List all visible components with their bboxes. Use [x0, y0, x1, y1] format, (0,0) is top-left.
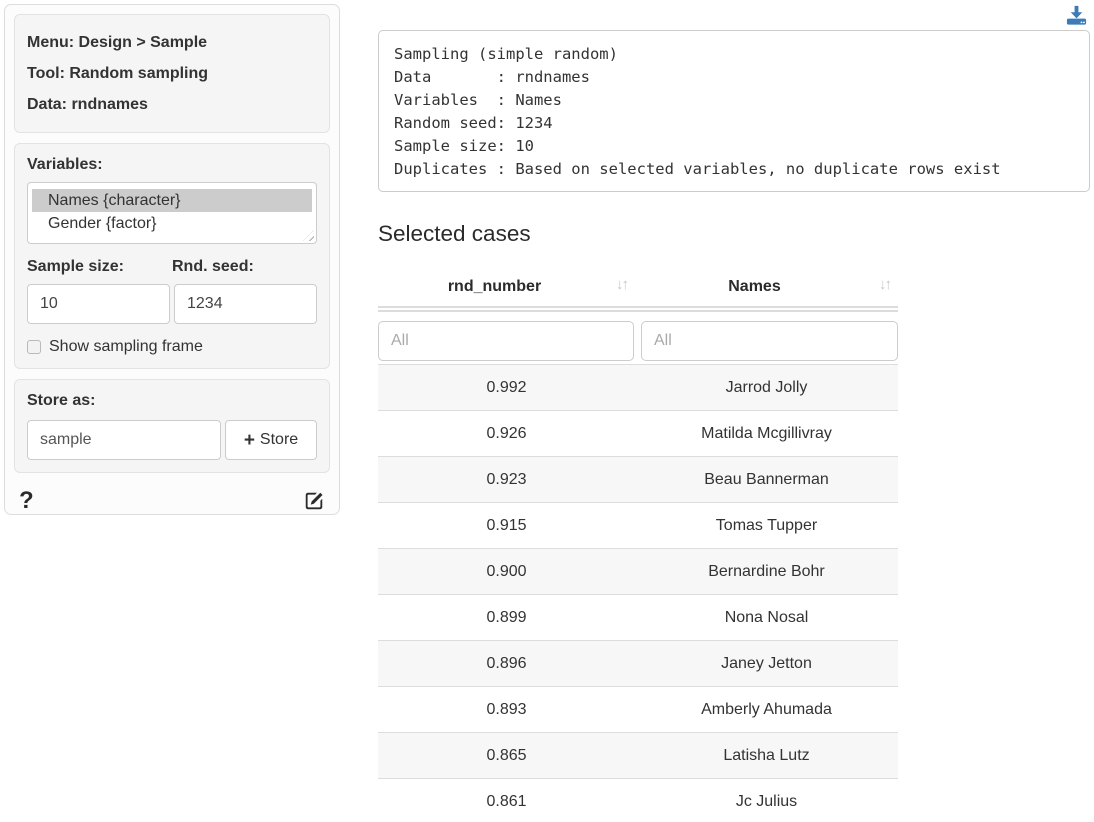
cell-rnd-number: 0.893 [378, 687, 635, 732]
cell-rnd-number: 0.923 [378, 457, 635, 502]
sample-size-label: Sample size: [27, 258, 172, 276]
plus-icon: + [244, 431, 255, 450]
store-panel: Store as: + Store [14, 379, 330, 473]
store-name-input[interactable] [27, 420, 221, 460]
table-row: 0.926 Matilda Mcgillivray [378, 410, 898, 456]
variable-option-label: Gender {factor} [48, 215, 157, 232]
column-header-rnd-number[interactable]: rnd_number ↓↑ [378, 267, 635, 306]
data-label: Data: rndnames [27, 89, 317, 120]
variable-option[interactable]: Gender {factor} [32, 212, 312, 235]
rnd-seed-input[interactable] [174, 284, 317, 324]
cell-rnd-number: 0.900 [378, 549, 635, 594]
cell-name: Beau Bannerman [635, 457, 898, 502]
cell-rnd-number: 0.896 [378, 641, 635, 686]
download-icon[interactable] [1065, 4, 1088, 27]
table-row: 0.900 Bernardine Bohr [378, 548, 898, 594]
cell-rnd-number: 0.899 [378, 595, 635, 640]
context-info-panel: Menu: Design > Sample Tool: Random sampl… [14, 14, 330, 133]
sort-icon[interactable]: ↓↑ [879, 276, 890, 293]
sampling-summary-output: Sampling (simple random) Data : rndnames… [378, 30, 1090, 192]
cell-rnd-number: 0.915 [378, 503, 635, 548]
cell-name: Jc Julius [635, 779, 898, 822]
cell-name: Tomas Tupper [635, 503, 898, 548]
cell-rnd-number: 0.926 [378, 411, 635, 456]
store-button[interactable]: + Store [225, 420, 317, 460]
show-sampling-frame-checkbox[interactable] [27, 340, 41, 354]
store-as-label: Store as: [27, 392, 317, 410]
table-row: 0.893 Amberly Ahumada [378, 686, 898, 732]
cell-rnd-number: 0.865 [378, 733, 635, 778]
rnd-seed-label: Rnd. seed: [172, 258, 317, 276]
cell-rnd-number: 0.992 [378, 365, 635, 410]
table-row: 0.896 Janey Jetton [378, 640, 898, 686]
sort-icon[interactable]: ↓↑ [616, 276, 627, 293]
sidebar: Menu: Design > Sample Tool: Random sampl… [4, 4, 340, 515]
cell-name: Latisha Lutz [635, 733, 898, 778]
cell-name: Bernardine Bohr [635, 549, 898, 594]
table-row: 0.923 Beau Bannerman [378, 456, 898, 502]
filter-input-names[interactable] [641, 321, 898, 361]
help-icon[interactable]: ? [19, 487, 34, 515]
selected-cases-table: rnd_number ↓↑ Names ↓↑ 0.992 Jarrod Joll… [378, 267, 898, 822]
table-row: 0.915 Tomas Tupper [378, 502, 898, 548]
column-header-names[interactable]: Names ↓↑ [635, 267, 898, 306]
show-sampling-frame-label: Show sampling frame [49, 338, 203, 356]
table-row: 0.865 Latisha Lutz [378, 732, 898, 778]
variables-listbox[interactable]: Names {character} Gender {factor} [27, 182, 317, 244]
filter-input-rnd-number[interactable] [378, 321, 634, 361]
cell-name: Nona Nosal [635, 595, 898, 640]
cell-name: Jarrod Jolly [635, 365, 898, 410]
cell-name: Matilda Mcgillivray [635, 411, 898, 456]
tool-label: Tool: Random sampling [27, 58, 317, 89]
cell-name: Janey Jetton [635, 641, 898, 686]
table-row: 0.992 Jarrod Jolly [378, 364, 898, 410]
menu-breadcrumb: Menu: Design > Sample [27, 27, 317, 58]
table-row: 0.899 Nona Nosal [378, 594, 898, 640]
table-row: 0.861 Jc Julius [378, 778, 898, 822]
selected-cases-heading: Selected cases [378, 221, 531, 247]
column-header-label: rnd_number [448, 278, 541, 296]
variable-option[interactable]: Names {character} [32, 189, 312, 212]
column-header-label: Names [728, 278, 780, 296]
sample-size-input[interactable] [27, 284, 170, 324]
variables-panel: Variables: Names {character} Gender {fac… [14, 143, 330, 369]
variables-label: Variables: [27, 156, 317, 174]
cell-rnd-number: 0.861 [378, 779, 635, 822]
cell-name: Amberly Ahumada [635, 687, 898, 732]
store-button-label: Store [260, 431, 298, 449]
edit-report-icon[interactable] [303, 490, 325, 512]
variable-option-label: Names {character} [48, 192, 181, 209]
